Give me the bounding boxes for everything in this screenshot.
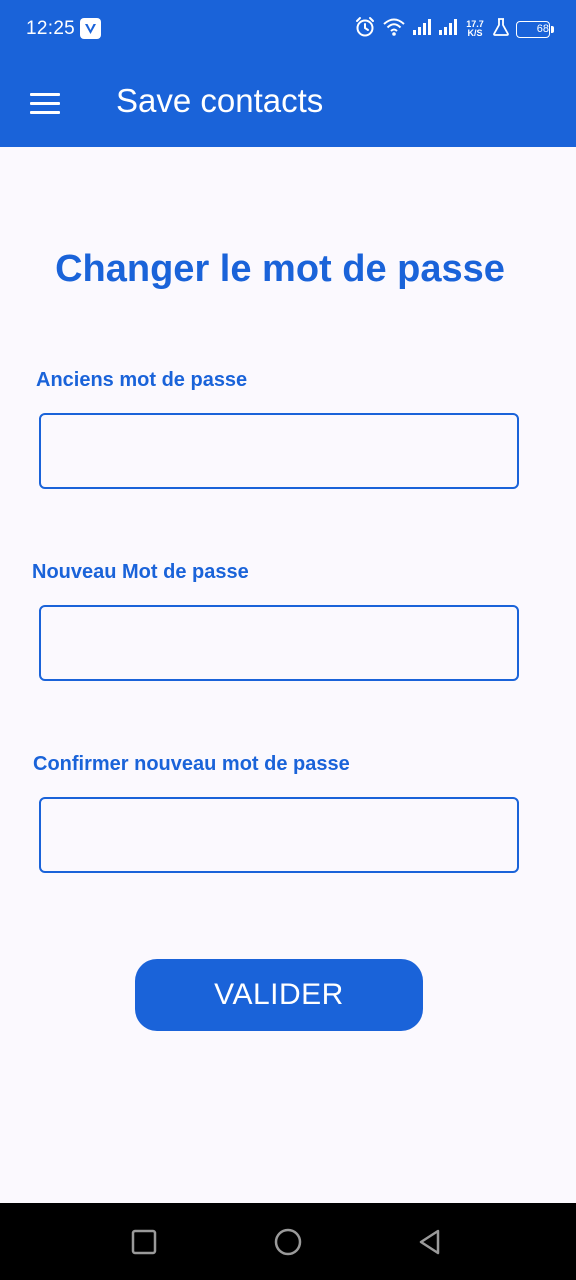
- status-icons: 17.7 K/S 68: [354, 16, 554, 43]
- new-password-field[interactable]: [39, 605, 519, 681]
- recent-apps-icon[interactable]: [129, 1227, 159, 1257]
- home-icon[interactable]: [273, 1227, 303, 1257]
- status-time: 12:25: [26, 18, 76, 39]
- new-password-label: Nouveau Mot de passe: [32, 561, 249, 583]
- status-bar: 12:25 17.7 K/S 68: [0, 0, 576, 58]
- old-password-field[interactable]: [39, 413, 519, 489]
- signal-icon: [412, 18, 432, 41]
- network-speed-unit: K/S: [467, 28, 483, 38]
- battery-icon: 68: [516, 20, 554, 38]
- confirm-password-label: Confirmer nouveau mot de passe: [33, 753, 350, 775]
- page-title: Changer le mot de passe: [55, 248, 505, 290]
- battery-level: 68: [536, 23, 549, 35]
- alarm-icon: [354, 16, 376, 43]
- vpn-icon: [80, 18, 101, 39]
- flask-icon: [492, 17, 510, 42]
- confirm-password-field[interactable]: [39, 797, 519, 873]
- menu-line: [30, 92, 60, 96]
- menu-line: [30, 110, 60, 114]
- wifi-icon: [382, 17, 406, 42]
- signal-icon: [438, 18, 458, 41]
- top-bar: 12:25 17.7 K/S 68 Save contacts: [0, 0, 576, 147]
- app-title: Save contacts: [116, 82, 324, 119]
- back-icon[interactable]: [415, 1227, 445, 1257]
- app-bar: Save contacts: [0, 58, 576, 147]
- app-screen: 12:25 17.7 K/S 68 Save contacts Changer …: [0, 0, 576, 1280]
- old-password-label: Anciens mot de passe: [36, 369, 248, 391]
- validate-button[interactable]: VALIDER: [135, 959, 423, 1031]
- menu-line: [30, 101, 60, 105]
- hamburger-menu-icon[interactable]: [22, 80, 68, 126]
- navigation-bar: [0, 1203, 576, 1280]
- network-speed: 17.7 K/S: [464, 20, 486, 38]
